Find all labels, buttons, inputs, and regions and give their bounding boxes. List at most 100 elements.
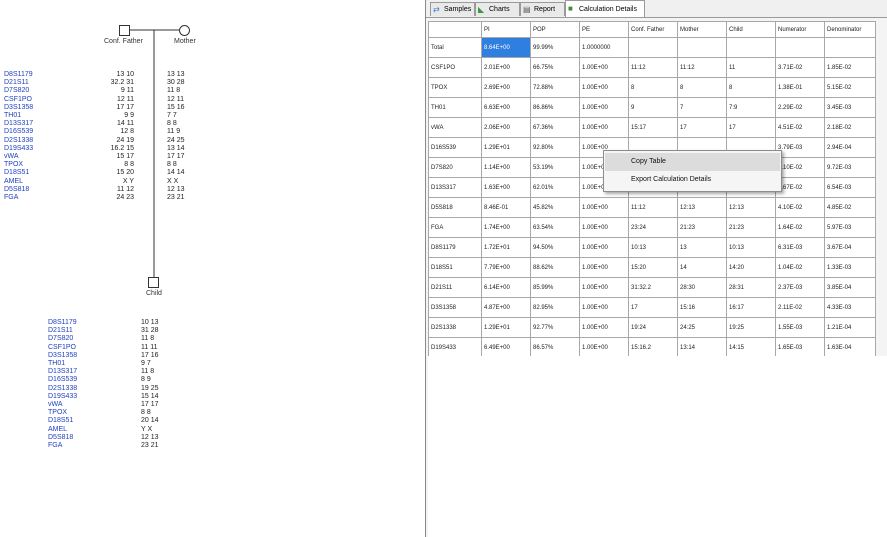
row-locus-cell[interactable]: D5S818 — [428, 197, 482, 218]
grid-cell[interactable]: 72.88% — [530, 77, 580, 98]
grid-cell[interactable]: 1.00E+00 — [579, 97, 629, 118]
grid-cell[interactable]: 21:23 — [726, 217, 776, 238]
grid-cell[interactable]: 2.01E+00 — [481, 57, 531, 78]
row-locus-cell[interactable]: D7S820 — [428, 157, 482, 178]
row-locus-cell[interactable]: D2S1338 — [428, 317, 482, 338]
grid-column-header[interactable]: PI — [481, 21, 531, 38]
row-locus-cell[interactable]: vWA — [428, 117, 482, 138]
grid-cell[interactable]: 8 — [677, 77, 727, 98]
grid-cell[interactable]: 24:25 — [677, 317, 727, 338]
table-row[interactable]: Total 8.64E+00 99.99% 1.0000000 — [428, 37, 876, 58]
grid-cell[interactable]: 3.79E-03 — [775, 137, 825, 158]
grid-column-header[interactable]: Mother — [677, 21, 727, 38]
grid-column-header[interactable]: Conf. Father — [628, 21, 678, 38]
grid-column-header[interactable]: Numerator — [775, 21, 825, 38]
grid-cell[interactable]: 88.62% — [530, 257, 580, 278]
grid-cell[interactable]: 15:16.2 — [628, 337, 678, 358]
row-locus-cell[interactable]: TH01 — [428, 97, 482, 118]
grid-cell[interactable]: 19:24 — [628, 317, 678, 338]
grid-cell[interactable]: 67.36% — [530, 117, 580, 138]
grid-cell[interactable]: 1.64E-02 — [775, 217, 825, 238]
grid-cell[interactable]: 21:23 — [677, 217, 727, 238]
grid-cell[interactable]: 1.63E+00 — [481, 177, 531, 198]
table-row[interactable]: D8S1179 1.72E+01 94.50% 1.00E+00 10:13 13 10:1… — [428, 237, 876, 258]
row-locus-cell[interactable]: Total — [428, 37, 482, 58]
grid-cell[interactable]: 3.71E-02 — [775, 57, 825, 78]
grid-cell[interactable]: 8 — [726, 77, 776, 98]
grid-cell[interactable]: 28:30 — [677, 277, 727, 298]
grid-cell[interactable]: 1.21E-04 — [824, 317, 876, 338]
grid-cell[interactable]: 6.63E+00 — [481, 97, 531, 118]
grid-cell[interactable]: 1.29E+01 — [481, 317, 531, 338]
grid-cell[interactable]: 1.04E-02 — [775, 257, 825, 278]
grid-cell[interactable]: 7 — [677, 97, 727, 118]
grid-cell[interactable]: 6.49E+00 — [481, 337, 531, 358]
grid-cell[interactable]: 6.31E-03 — [775, 237, 825, 258]
table-row[interactable]: D21S11 6.14E+00 85.99% 1.00E+00 31:32.2 28:30… — [428, 277, 876, 298]
grid-cell[interactable]: 16:17 — [726, 297, 776, 318]
table-row[interactable]: TPOX 2.69E+00 72.88% 1.00E+00 8 8 8 1.38E-01 5.1… — [428, 77, 876, 98]
grid-cell[interactable]: 4.85E-02 — [824, 197, 876, 218]
row-locus-cell[interactable]: TPOX — [428, 77, 482, 98]
tab-report[interactable]: ▤ Report — [520, 2, 565, 16]
grid-cell[interactable]: 3.45E-03 — [824, 97, 876, 118]
grid-cell[interactable]: 19:25 — [726, 317, 776, 338]
tab-charts[interactable]: ◣ Charts — [475, 2, 520, 16]
grid-cell[interactable]: 8.64E+00 — [481, 37, 531, 58]
grid-cell[interactable]: 1.00E+00 — [579, 197, 629, 218]
grid-cell[interactable]: 53.19% — [530, 157, 580, 178]
grid-cell[interactable]: 23:24 — [628, 217, 678, 238]
table-row[interactable]: D19S433 6.49E+00 86.57% 1.00E+00 15:16.2 13:1… — [428, 337, 876, 358]
grid-cell[interactable]: 1.33E-03 — [824, 257, 876, 278]
grid-corner-cell[interactable] — [428, 21, 482, 38]
grid-cell[interactable] — [677, 37, 727, 58]
grid-cell[interactable]: 12:13 — [677, 197, 727, 218]
grid-cell[interactable]: 11:12 — [628, 57, 678, 78]
grid-cell[interactable]: 17 — [726, 117, 776, 138]
grid-cell[interactable]: 94.50% — [530, 237, 580, 258]
grid-cell[interactable]: 62.01% — [530, 177, 580, 198]
grid-cell[interactable]: 63.54% — [530, 217, 580, 238]
grid-cell[interactable]: 7:9 — [726, 97, 776, 118]
grid-cell[interactable]: 4.87E+00 — [481, 297, 531, 318]
row-locus-cell[interactable]: CSF1PO — [428, 57, 482, 78]
grid-cell[interactable]: 1.00E+00 — [579, 337, 629, 358]
grid-cell[interactable]: 1.85E-02 — [824, 57, 876, 78]
grid-cell[interactable] — [726, 37, 776, 58]
row-locus-cell[interactable]: D3S1358 — [428, 297, 482, 318]
grid-cell[interactable]: 13:14 — [677, 337, 727, 358]
grid-cell[interactable]: 1.72E+01 — [481, 237, 531, 258]
grid-cell[interactable]: 2.69E+00 — [481, 77, 531, 98]
row-locus-cell[interactable]: D8S1179 — [428, 237, 482, 258]
row-locus-cell[interactable]: D13S317 — [428, 177, 482, 198]
table-row[interactable]: TH01 6.63E+00 86.86% 1.00E+00 9 7 7:9 2.29E-02 3… — [428, 97, 876, 118]
grid-cell[interactable]: 2.18E-02 — [824, 117, 876, 138]
grid-cell[interactable]: 3.85E-04 — [824, 277, 876, 298]
grid-cell[interactable]: 85.99% — [530, 277, 580, 298]
grid-cell[interactable]: 4.33E-03 — [824, 297, 876, 318]
grid-cell[interactable]: 11 — [726, 57, 776, 78]
grid-cell[interactable]: 6.14E+00 — [481, 277, 531, 298]
grid-cell[interactable]: 1.55E-03 — [775, 317, 825, 338]
grid-cell[interactable]: 92.80% — [530, 137, 580, 158]
grid-cell[interactable]: 1.65E-03 — [775, 337, 825, 358]
grid-cell[interactable]: 1.00E+00 — [579, 317, 629, 338]
table-row[interactable]: CSF1PO 2.01E+00 66.75% 1.00E+00 11:12 11:12 11… — [428, 57, 876, 78]
row-locus-cell[interactable]: D19S433 — [428, 337, 482, 358]
grid-cell[interactable]: 1.63E-04 — [824, 337, 876, 358]
grid-cell[interactable]: 2.94E-04 — [824, 137, 876, 158]
grid-cell[interactable]: 99.99% — [530, 37, 580, 58]
grid-cell[interactable]: 66.75% — [530, 57, 580, 78]
grid-cell[interactable]: 1.00E+00 — [579, 77, 629, 98]
grid-cell[interactable]: 10:13 — [628, 237, 678, 258]
grid-cell[interactable]: 14:15 — [726, 337, 776, 358]
grid-cell[interactable]: 9.72E-03 — [824, 157, 876, 178]
copy-table-menu-item[interactable]: Copy Table — [605, 153, 780, 171]
grid-cell[interactable]: 1.00E+00 — [579, 257, 629, 278]
grid-cell[interactable]: 4.10E-02 — [775, 197, 825, 218]
grid-cell[interactable]: 17 — [628, 297, 678, 318]
grid-column-header[interactable]: PE — [579, 21, 629, 38]
grid-cell[interactable]: 2.29E-02 — [775, 97, 825, 118]
table-row[interactable]: D18S51 7.79E+00 88.62% 1.00E+00 15:20 14 14:20… — [428, 257, 876, 278]
grid-cell[interactable]: 1.29E+01 — [481, 137, 531, 158]
